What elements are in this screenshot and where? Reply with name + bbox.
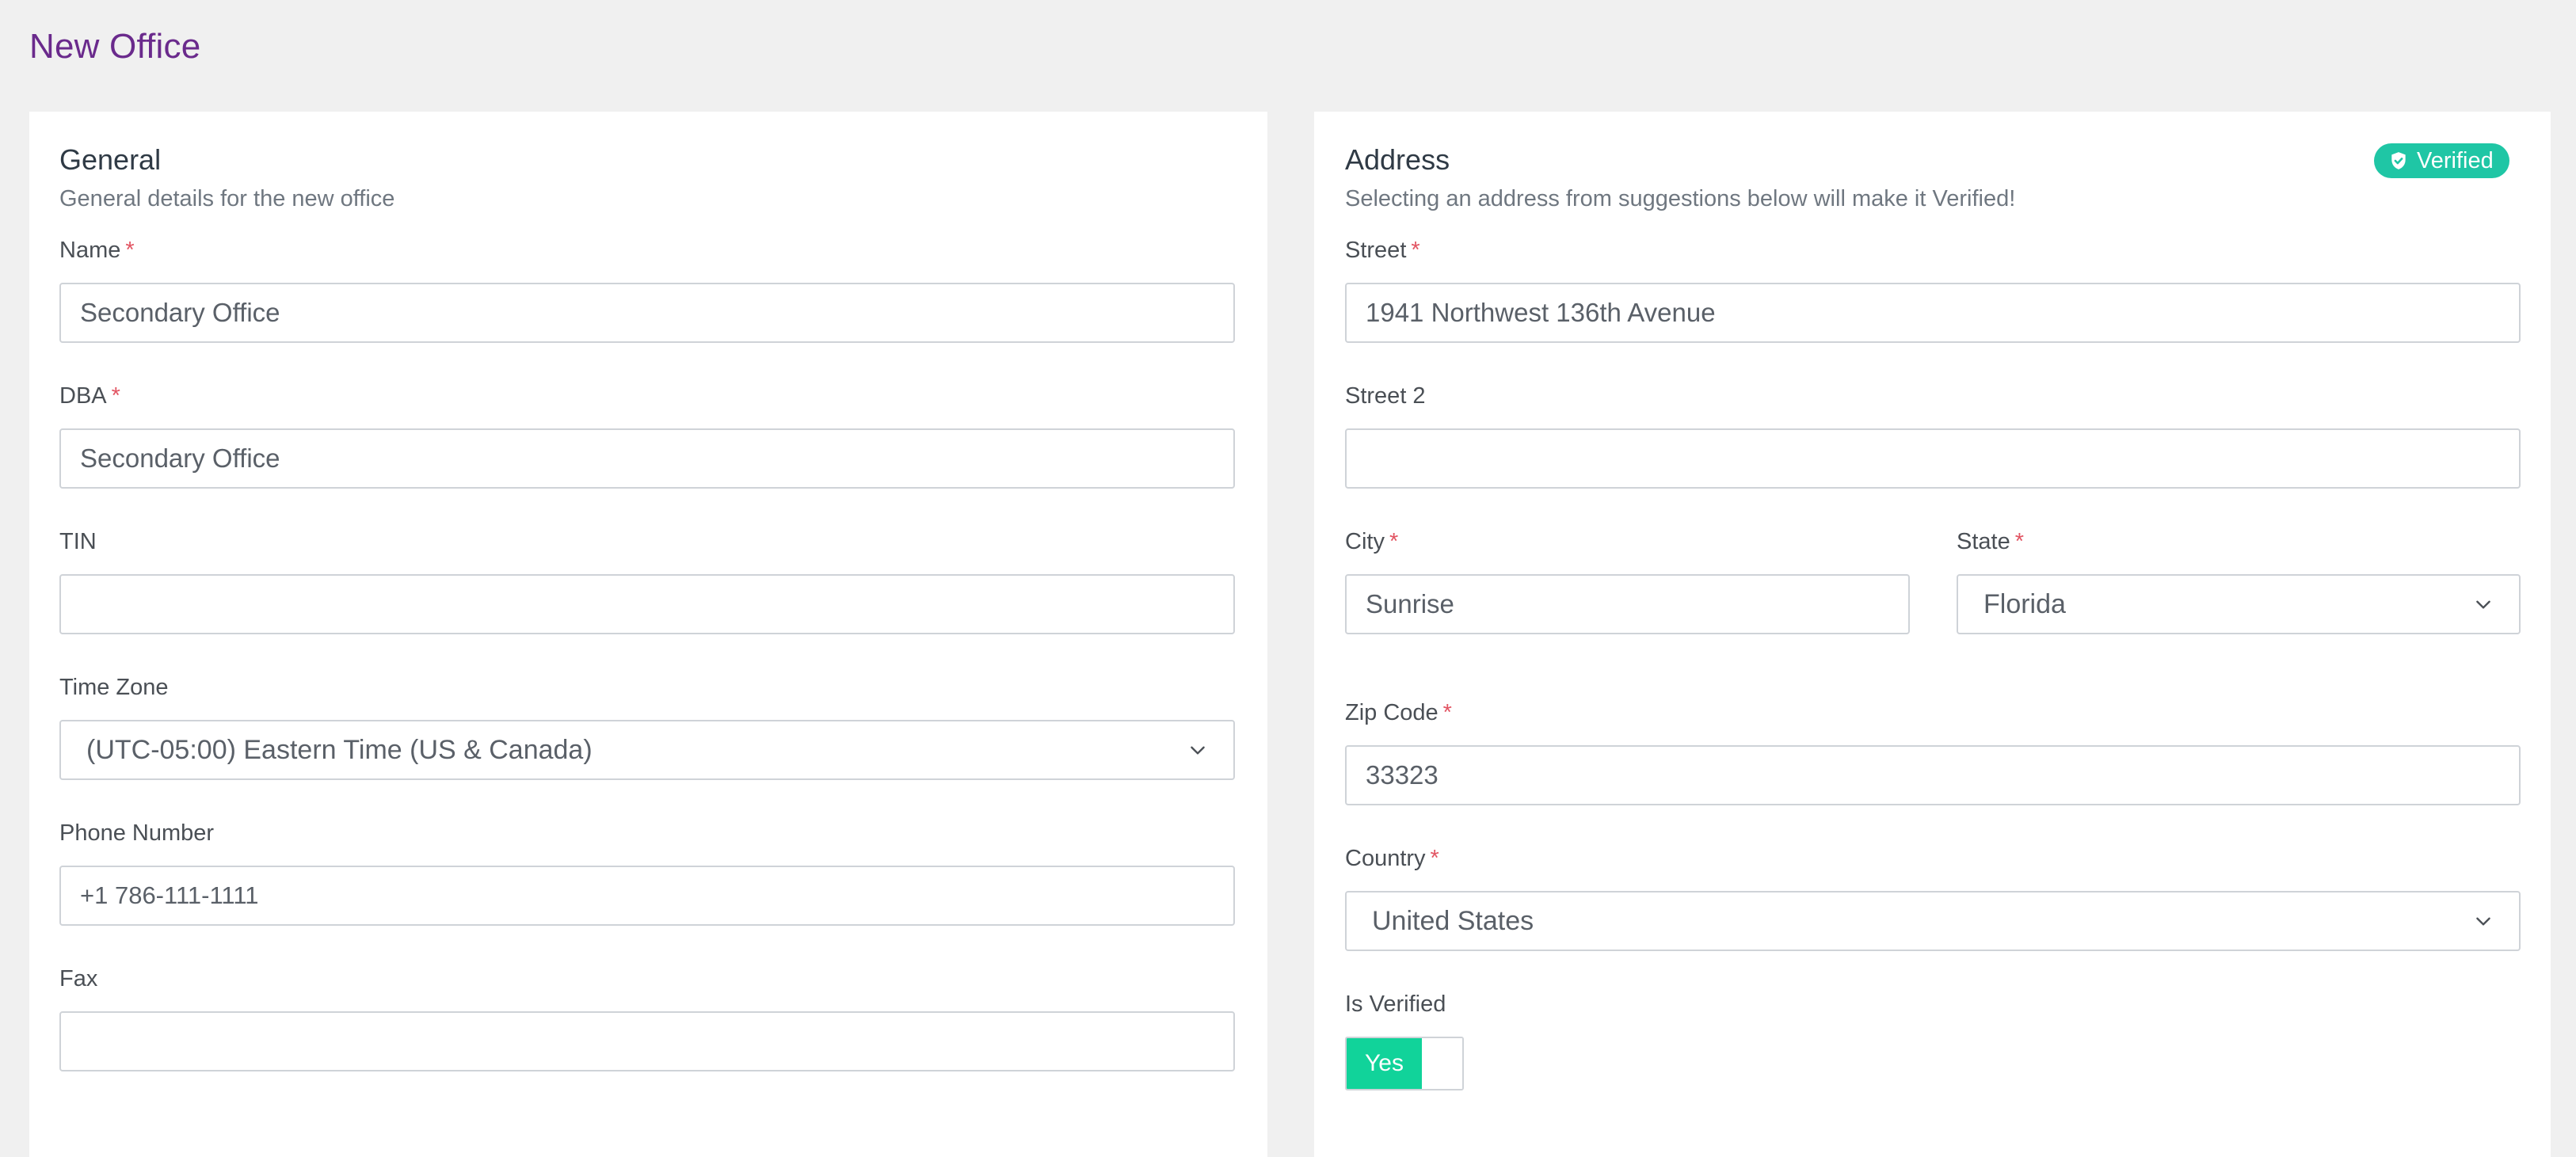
zip-input[interactable] [1345, 745, 2521, 805]
address-card-title: Address [1345, 143, 1450, 176]
timezone-label: Time Zone [59, 675, 169, 700]
timezone-select-value: (UTC-05:00) Eastern Time (US & Canada) [86, 734, 593, 765]
phone-label: Phone Number [59, 820, 215, 846]
required-mark: * [1442, 700, 1452, 725]
required-mark: * [1389, 529, 1399, 554]
name-input[interactable] [59, 283, 1235, 343]
zip-label-text: Zip Code [1345, 700, 1439, 725]
fax-label: Fax [59, 966, 98, 991]
country-label-text: Country [1345, 846, 1426, 871]
name-label-text: Name [59, 238, 121, 263]
is-verified-toggle[interactable]: Yes [1345, 1037, 1464, 1090]
state-label: State * [1957, 529, 2024, 555]
address-card-subtitle: Selecting an address from suggestions be… [1345, 186, 2016, 211]
country-select[interactable]: United States [1345, 891, 2521, 951]
page-title: New Office [29, 27, 201, 66]
required-mark: * [1430, 846, 1439, 871]
state-select[interactable]: Florida [1957, 574, 2521, 634]
shield-check-icon [2391, 152, 2406, 169]
zip-label: Zip Code * [1345, 700, 1452, 726]
country-label: Country * [1345, 846, 1439, 872]
state-select-value: Florida [1983, 588, 2066, 619]
general-card-subtitle: General details for the new office [59, 186, 395, 211]
dba-input[interactable] [59, 428, 1235, 489]
chevron-down-icon [2476, 600, 2490, 609]
chevron-down-icon [1191, 746, 1205, 755]
country-select-value: United States [1372, 905, 1534, 936]
required-mark: * [111, 383, 120, 409]
phone-input[interactable] [59, 866, 1235, 926]
verified-badge-label: Verified [2417, 147, 2494, 173]
city-label: City * [1345, 529, 1398, 555]
required-mark: * [2014, 529, 2025, 554]
state-label-text: State [1957, 529, 2010, 554]
general-card: General General details for the new offi… [29, 112, 1267, 1157]
name-label: Name * [59, 238, 135, 264]
general-card-title: General [59, 143, 162, 176]
dba-label: DBA * [59, 383, 120, 409]
street-label-text: Street [1345, 238, 1407, 263]
toggle-knob [1422, 1038, 1462, 1089]
dba-label-text: DBA [59, 383, 107, 409]
street-input[interactable] [1345, 283, 2521, 343]
city-label-text: City [1345, 529, 1385, 554]
tin-label: TIN [59, 529, 97, 554]
street2-input[interactable] [1345, 428, 2521, 489]
fax-input[interactable] [59, 1011, 1235, 1071]
address-card: Address Selecting an address from sugges… [1314, 112, 2551, 1157]
street2-label: Street 2 [1345, 383, 1426, 409]
required-mark: * [125, 238, 135, 263]
timezone-select[interactable]: (UTC-05:00) Eastern Time (US & Canada) [59, 720, 1235, 780]
toggle-on-label: Yes [1347, 1038, 1422, 1089]
is-verified-label: Is Verified [1345, 991, 1446, 1017]
required-mark: * [1411, 238, 1420, 263]
tin-input[interactable] [59, 574, 1235, 634]
street-label: Street * [1345, 238, 1420, 264]
city-input[interactable] [1345, 574, 1910, 634]
verified-badge: Verified [2374, 143, 2509, 178]
chevron-down-icon [2476, 917, 2490, 926]
